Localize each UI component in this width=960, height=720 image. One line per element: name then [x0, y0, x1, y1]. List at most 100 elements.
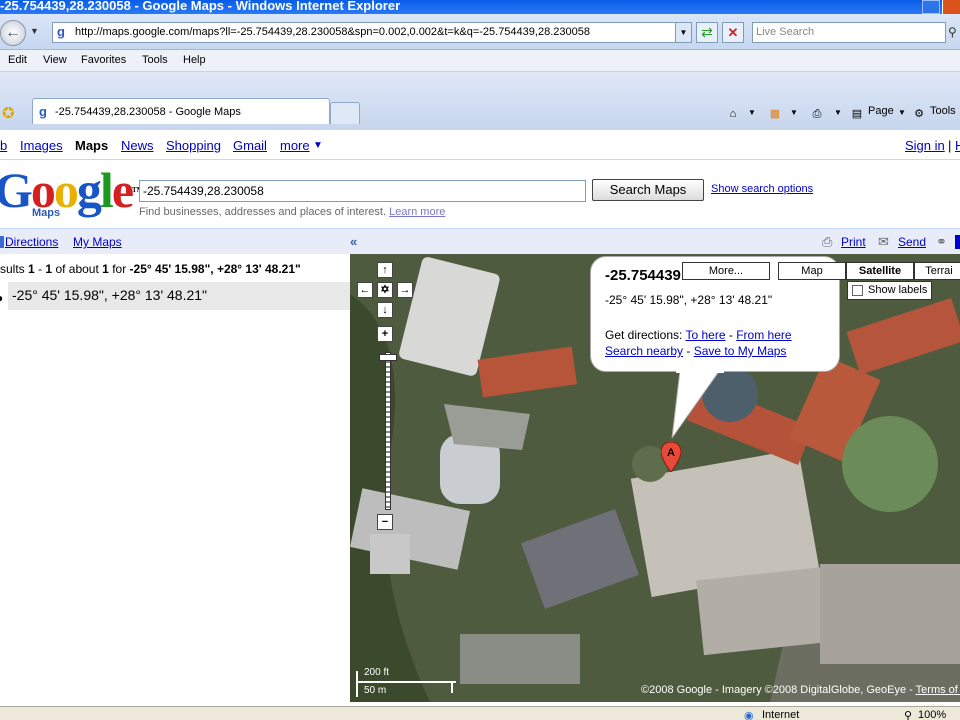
address-input[interactable]: g http://maps.google.com/maps?ll=-25.754… [52, 22, 692, 43]
get-directions-link[interactable]: Directions [5, 235, 58, 249]
map-type-map-button[interactable]: Map [778, 262, 846, 280]
stop-button[interactable]: ✕ [722, 22, 744, 43]
link-cut[interactable]: H [955, 138, 960, 153]
results-summary: sults 1 - 1 of about 1 for -25° 45' 15.9… [0, 262, 301, 276]
zone-label: Internet [762, 709, 800, 720]
scale-line [356, 681, 456, 683]
from-here-link[interactable]: From here [736, 328, 791, 342]
send-link[interactable]: Send [898, 235, 926, 249]
collapse-panel-icon[interactable]: « [350, 234, 357, 249]
globe-icon: ◉ [744, 710, 754, 720]
menu-tools[interactable]: Tools [142, 54, 168, 66]
close-button[interactable] [942, 0, 960, 14]
zoom-level[interactable]: 100% [918, 709, 946, 720]
page-menu[interactable]: Page [868, 105, 894, 117]
menu-view[interactable]: View [43, 54, 67, 66]
google-top-links: b Images Maps News Shopping Gmail more ▼… [0, 130, 960, 160]
refresh-button[interactable]: ⇄ [696, 22, 718, 43]
favorites-star-icon[interactable]: ✪ [2, 104, 15, 122]
maximize-button[interactable] [922, 0, 940, 14]
history-dropdown-icon[interactable]: ▼ [30, 26, 39, 36]
new-tab-button[interactable] [330, 102, 360, 124]
pan-center-button[interactable]: ✡ [377, 282, 393, 298]
link-images[interactable]: Images [20, 138, 63, 153]
search-icon[interactable]: ⚲ [948, 22, 960, 43]
zoom-out-button[interactable]: − [377, 514, 393, 530]
arrow-right-icon: → [399, 284, 411, 296]
link-more[interactable]: more [280, 138, 310, 153]
live-search-input[interactable]: Live Search [752, 22, 946, 43]
zoom-slider-track[interactable] [385, 352, 391, 510]
save-to-my-maps-link[interactable]: Save to My Maps [694, 344, 787, 358]
menu-edit[interactable]: Edit [8, 54, 27, 66]
pan-up-button[interactable]: ↑ [377, 262, 393, 278]
more-dropdown-icon[interactable]: ▼ [313, 140, 323, 151]
map-marker-a[interactable]: A [661, 442, 681, 472]
results-start: 1 [28, 262, 35, 276]
logo-maps-subtitle: Maps [32, 207, 61, 219]
link-shopping[interactable]: Shopping [166, 138, 221, 153]
show-labels-checkbox[interactable] [852, 285, 863, 296]
result-item[interactable]: -25° 45' 15.98", +28° 13' 48.21" [8, 282, 350, 310]
back-arrow-icon: ← [5, 24, 21, 41]
search-nearby-link[interactable]: Search nearby [605, 344, 683, 358]
refresh-icon: ⇄ [701, 24, 713, 40]
feeds-dropdown-icon[interactable]: ▼ [790, 108, 798, 117]
info-coordinates: -25° 45' 15.98", +28° 13' 48.21" [605, 293, 773, 307]
link-gmail[interactable]: Gmail [233, 138, 267, 153]
info-directions: Get directions: To here - From here [605, 328, 792, 342]
show-labels-toggle[interactable]: Show labels [847, 281, 932, 300]
info-dash: - [728, 328, 733, 342]
show-search-options-link[interactable]: Show search options [711, 183, 813, 195]
directions-icon [0, 236, 4, 248]
tab-google-maps[interactable]: g -25.754439,28.230058 - Google Maps [32, 98, 330, 124]
link-web[interactable]: b [0, 138, 7, 153]
learn-more-link[interactable]: Learn more [389, 206, 445, 218]
to-here-link[interactable]: To here [686, 328, 726, 342]
results-dash: - [38, 262, 43, 276]
stop-icon: ✕ [727, 25, 739, 40]
logo-letter: G [0, 162, 33, 218]
print-link[interactable]: Print [841, 235, 866, 249]
google-maps-logo[interactable]: GoogleTM Maps [0, 162, 143, 222]
link-news[interactable]: News [121, 138, 154, 153]
google-favicon-icon: g [39, 104, 47, 119]
my-maps-link[interactable]: My Maps [73, 235, 122, 249]
feeds-icon[interactable]: ▩ [766, 105, 784, 123]
tools-menu[interactable]: Tools [930, 105, 956, 117]
link-separator: | [948, 138, 952, 153]
arrow-left-icon: ← [359, 284, 371, 296]
home-icon[interactable]: ⌂ [724, 105, 742, 123]
search-input[interactable]: -25.754439,28.230058 [139, 180, 586, 202]
sign-in-link[interactable]: Sign in [905, 138, 945, 153]
tab-title: -25.754439,28.230058 - Google Maps [55, 106, 241, 118]
address-url: http://maps.google.com/maps?ll=-25.75443… [75, 26, 590, 38]
print-icon[interactable]: ⎙ [808, 105, 826, 123]
pan-right-button[interactable]: → [397, 282, 413, 298]
pan-down-button[interactable]: ↓ [377, 302, 393, 318]
zoom-slider-thumb[interactable] [379, 354, 397, 361]
link-icon[interactable]: ⚭ [936, 234, 947, 250]
map-scale-bar: 200 ft 50 m [356, 667, 476, 697]
page-dropdown-icon[interactable]: ▼ [898, 108, 906, 117]
more-map-types-button[interactable]: More... [682, 262, 770, 280]
zoom-in-button[interactable]: + [377, 326, 393, 342]
map-type-terrain-button[interactable]: Terrai [914, 262, 960, 280]
print-dropdown-icon[interactable]: ▼ [834, 108, 842, 117]
result-marker-icon[interactable]: ● [0, 291, 3, 305]
zoom-icon[interactable]: ⚲ [904, 709, 912, 720]
map-type-satellite-button[interactable]: Satellite [846, 262, 914, 280]
back-button[interactable]: ← [0, 20, 26, 46]
marker-label: A [667, 447, 675, 459]
search-maps-button[interactable]: Search Maps [592, 179, 704, 201]
link-maps[interactable]: Maps [75, 138, 108, 153]
logo-letter: l [99, 162, 114, 218]
address-dropdown-icon[interactable]: ▼ [675, 23, 691, 42]
menu-help[interactable]: Help [183, 54, 206, 66]
browser-window: -25.754439,28.230058 - Google Maps - Win… [0, 0, 960, 720]
result-item-text: -25° 45' 15.98", +28° 13' 48.21" [12, 287, 208, 303]
pan-left-button[interactable]: ← [357, 282, 373, 298]
menu-favorites[interactable]: Favorites [81, 54, 126, 66]
home-dropdown-icon[interactable]: ▼ [748, 108, 756, 117]
terms-of-use-link[interactable]: Terms of U [916, 684, 960, 696]
